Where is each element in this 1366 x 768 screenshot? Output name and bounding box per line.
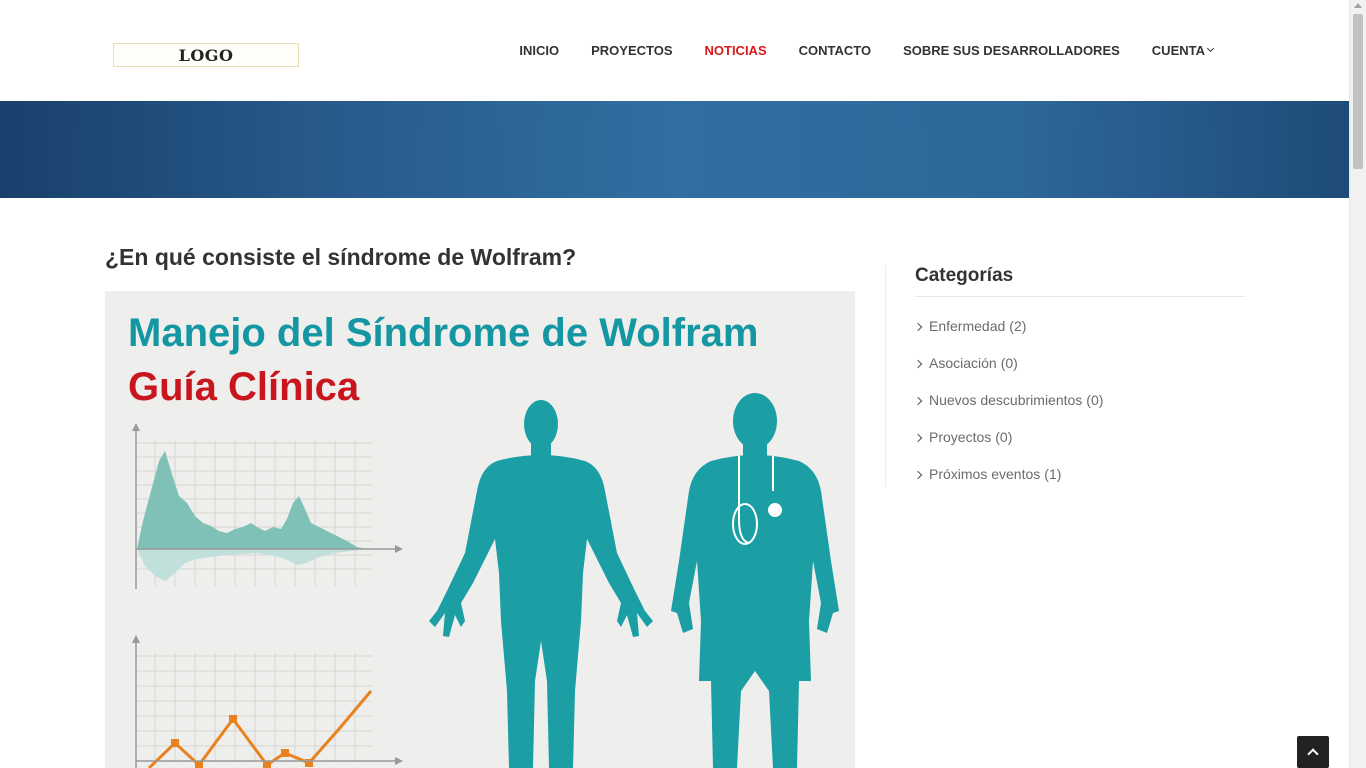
article-image: Manejo del Síndrome de Wolfram Guía Clín… [105,291,855,768]
nav-item-cuenta[interactable]: CUENTA [1136,42,1229,58]
chevron-right-icon [913,433,923,443]
category-label: Asociación [929,355,997,371]
nav-item-sobre-desarrolladores[interactable]: SOBRE SUS DESARROLLADORES [887,42,1136,58]
nav-item-label: CUENTA [1151,42,1205,58]
category-count: (1) [1044,466,1062,482]
category-count: (0) [1086,392,1104,408]
category-label: Proyectos [929,429,992,445]
article-title: ¿En qué consiste el síndrome de Wolfram? [105,244,577,270]
chevron-right-icon [913,470,923,480]
area-chart-graphic [132,423,403,589]
chevron-down-icon [1206,44,1215,53]
category-item[interactable]: Enfermedad (2) [913,318,1103,355]
site-logo[interactable]: LOGO [113,43,299,67]
nav-item-label: INICIO [519,42,560,58]
nav-item-proyectos[interactable]: PROYECTOS [575,42,688,58]
nav-item-label: CONTACTO [798,42,872,58]
nav-item-label: PROYECTOS [591,42,673,58]
nav-item-noticias[interactable]: NOTICIAS [689,42,783,58]
main-nav: INICIO PROYECTOS NOTICIAS CONTACTO SOBRE… [503,42,1229,58]
category-item[interactable]: Nuevos descubrimientos (0) [913,392,1104,429]
category-count: (0) [995,429,1013,445]
human-body-silhouette [429,400,653,768]
nav-item-inicio[interactable]: INICIO [503,42,575,58]
nav-item-label: SOBRE SUS DESARROLLADORES [903,42,1120,58]
figure-title-line1: Manejo del Síndrome de Wolfram [128,311,759,355]
chevron-right-icon [913,359,923,369]
figure-title-line2: Guía Clínica [128,365,360,409]
nav-item-label: NOTICIAS [704,42,767,58]
category-label: Nuevos descubrimientos [929,392,1083,408]
doctor-silhouette [671,393,839,768]
nav-item-contacto[interactable]: CONTACTO [783,42,887,58]
category-count: (0) [1000,355,1018,371]
sidebar-divider [885,265,886,487]
site-header: LOGO INICIO PROYECTOS NOTICIAS CONTACTO … [0,0,1349,101]
category-label: Próximos eventos [929,466,1041,482]
category-item[interactable]: Proyectos (0) [913,429,1103,466]
category-label: Enfermedad [929,318,1006,334]
category-list: Enfermedad (2) Asociación (0) Nuevos des… [913,318,1104,503]
sidebar-title: Categorías [915,265,1014,286]
category-count: (2) [1009,318,1027,334]
chevron-right-icon [913,396,923,406]
chevron-right-icon [913,322,923,332]
chevron-up-icon [1307,748,1319,760]
sidebar-divider-line [915,296,1245,297]
back-to-top-button[interactable] [1297,736,1329,768]
scroll-up-arrow-icon[interactable] [1354,3,1362,8]
line-chart-graphic [132,635,403,768]
article-illustration [132,393,839,768]
page-banner [0,101,1349,198]
scrollbar-thumb[interactable] [1353,14,1363,169]
category-item[interactable]: Próximos eventos (1) [913,466,1103,503]
page-scrollbar[interactable] [1349,0,1366,768]
category-item[interactable]: Asociación (0) [913,355,1103,392]
